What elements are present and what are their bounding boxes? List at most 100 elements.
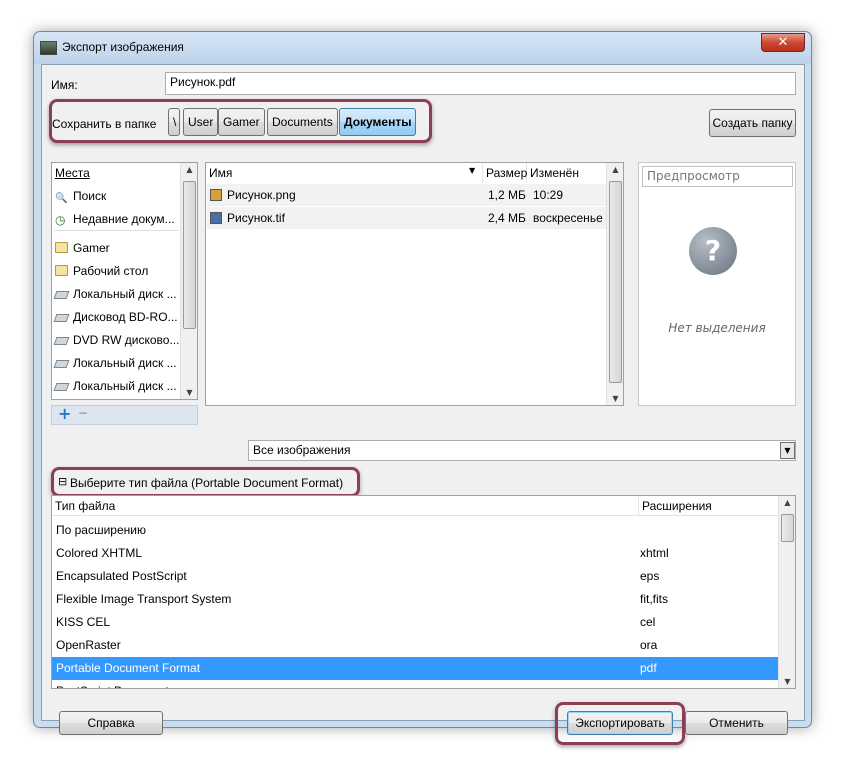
path-user-button[interactable]: User [183, 108, 219, 136]
file-size: 1,2 МБ [488, 188, 526, 202]
places-item[interactable]: DVD RW дисково... [53, 329, 180, 352]
image-file-icon [210, 189, 222, 201]
places-item-label: DVD RW дисково... [73, 333, 180, 347]
name-label: Имя: [51, 78, 78, 92]
places-item-label: Дисковод BD-RO... [73, 310, 178, 324]
search-icon: 🔍 [55, 193, 68, 204]
places-header[interactable]: Места [52, 163, 181, 183]
path-dokumenty-button[interactable]: Документы [339, 108, 417, 136]
filetype-row[interactable]: KISS CEL cel [52, 611, 779, 634]
col-size-header[interactable]: Размер [483, 163, 527, 183]
preview-label: Предпросмотр [642, 166, 793, 187]
filter-dropdown-arrow-icon[interactable]: ▼ [780, 442, 795, 459]
places-item-label: Локальный диск ... [73, 379, 177, 393]
filetype-ext: pdf [640, 661, 657, 675]
files-scroll-thumb[interactable] [609, 181, 622, 383]
file-row[interactable]: Рисунок.png 1,2 МБ 10:29 [207, 184, 607, 206]
path-root-button[interactable]: \ [168, 108, 180, 136]
places-separator [54, 230, 179, 231]
places-item[interactable]: Локальный диск ... [53, 375, 177, 398]
filetype-ext: eps [640, 569, 660, 583]
filetype-row[interactable]: По расширению [52, 519, 779, 542]
filetype-row[interactable]: PostScript Document ps [52, 680, 779, 688]
filter-select[interactable]: Все изображения [248, 440, 796, 461]
remove-place-icon[interactable]: − [78, 406, 88, 420]
files-panel: Имя ▼ Размер Изменён Рисунок.png 1,2 МБ 10… [205, 162, 624, 406]
places-scroll-thumb[interactable] [183, 181, 196, 329]
file-modified: 10:29 [533, 188, 564, 202]
filetype-ext: fit,fits [640, 592, 669, 606]
places-item[interactable]: Дисковод BD-RO... [53, 306, 178, 329]
places-item-label: Поиск [73, 189, 107, 203]
image-file-icon [210, 212, 222, 224]
places-item-label: Gamer [73, 241, 110, 255]
file-row[interactable]: Рисунок.tif 2,4 МБ воскресенье [207, 207, 607, 229]
expander-collapse-icon[interactable]: ⊟ [58, 475, 67, 488]
cancel-button[interactable]: Отменить [685, 711, 788, 735]
file-modified: воскресенье [533, 211, 603, 225]
recent-icon: ◷ [55, 213, 66, 227]
drive-icon [53, 360, 70, 368]
scroll-up-arrow-icon[interactable]: ▲ [181, 165, 198, 174]
filetype-ext: ora [640, 638, 658, 652]
no-preview-question-icon: ? [689, 227, 737, 275]
filetype-name: PostScript Document [56, 680, 169, 688]
window-title: Экспорт изображения [62, 40, 184, 54]
filetype-row[interactable]: Portable Document Format pdf [52, 657, 779, 680]
filetype-ext: xhtml [640, 546, 669, 560]
places-item[interactable]: Локальный диск ... [53, 283, 177, 306]
filetype-name: Flexible Image Transport System [56, 592, 232, 606]
col-modified-header[interactable]: Изменён [527, 163, 607, 183]
filetype-col-type[interactable]: Тип файла [52, 496, 639, 516]
path-gamer-button[interactable]: Gamer [218, 108, 265, 136]
preview-panel: Предпросмотр ? Нет выделения [638, 162, 796, 406]
filetype-ext: cel [640, 615, 656, 629]
filetype-col-ext[interactable]: Расширения [639, 496, 779, 516]
places-scrollbar[interactable]: ▲ ▼ [180, 163, 197, 399]
create-folder-button[interactable]: Создать папку [709, 109, 796, 137]
drive-icon [53, 383, 70, 391]
path-documents-button[interactable]: Documents [267, 108, 338, 136]
help-button[interactable]: Справка [59, 711, 163, 735]
close-button[interactable]: ✕ [761, 33, 805, 52]
col-name-header[interactable]: Имя [206, 163, 483, 183]
folder-icon [55, 265, 68, 276]
scroll-down-arrow-icon[interactable]: ▼ [181, 388, 198, 397]
drive-icon [53, 291, 70, 299]
gimp-app-icon [40, 41, 57, 55]
filetype-name: По расширению [56, 523, 146, 537]
export-button[interactable]: Экспортировать [567, 711, 673, 735]
filename-input[interactable]: Рисунок.pdf [165, 72, 796, 95]
filetype-scroll-up-icon[interactable]: ▲ [779, 498, 796, 507]
filetype-scrollbar[interactable]: ▲ ▼ [778, 496, 795, 688]
places-item[interactable]: Локальный диск ... [53, 352, 177, 375]
places-item[interactable]: Рабочий стол [55, 260, 148, 283]
places-item-label: Локальный диск ... [73, 287, 177, 301]
filetype-row[interactable]: OpenRaster ora [52, 634, 779, 657]
export-dialog: Экспорт изображения ✕ Имя: Рисунок.pdf С… [33, 31, 812, 745]
places-item-label: Рабочий стол [73, 264, 149, 278]
places-item[interactable]: ◷ Недавние докум... [55, 208, 175, 231]
filetype-name: Portable Document Format [56, 661, 201, 675]
add-place-icon[interactable]: + [58, 404, 71, 423]
places-actions: + − [51, 404, 198, 425]
filetype-scroll-down-icon[interactable]: ▼ [779, 677, 796, 686]
filetype-name: OpenRaster [56, 638, 121, 652]
filetype-scroll-thumb[interactable] [781, 514, 794, 542]
file-name: Рисунок.png [227, 188, 296, 202]
places-item-label: Недавние докум... [73, 212, 175, 226]
file-size: 2,4 МБ [488, 211, 526, 225]
files-scroll-down-icon[interactable]: ▼ [607, 394, 624, 403]
filetype-row[interactable]: Encapsulated PostScript eps [52, 565, 779, 588]
places-item-label: Локальный диск ... [73, 356, 177, 370]
filetype-ext: ps [640, 680, 653, 688]
preview-empty-text: Нет выделения [668, 321, 766, 335]
files-scrollbar[interactable]: ▲ ▼ [606, 163, 623, 405]
optical-drive-icon [53, 337, 70, 345]
filetype-row[interactable]: Colored XHTML xhtml [52, 542, 779, 565]
filetype-row[interactable]: Flexible Image Transport System fit,fits [52, 588, 779, 611]
places-item[interactable]: Gamer [55, 237, 110, 260]
filetype-expander-label[interactable]: Выберите тип файла (Portable Document Fo… [70, 476, 343, 490]
files-scroll-up-icon[interactable]: ▲ [607, 165, 624, 174]
places-item[interactable]: 🔍 Поиск [55, 185, 106, 208]
